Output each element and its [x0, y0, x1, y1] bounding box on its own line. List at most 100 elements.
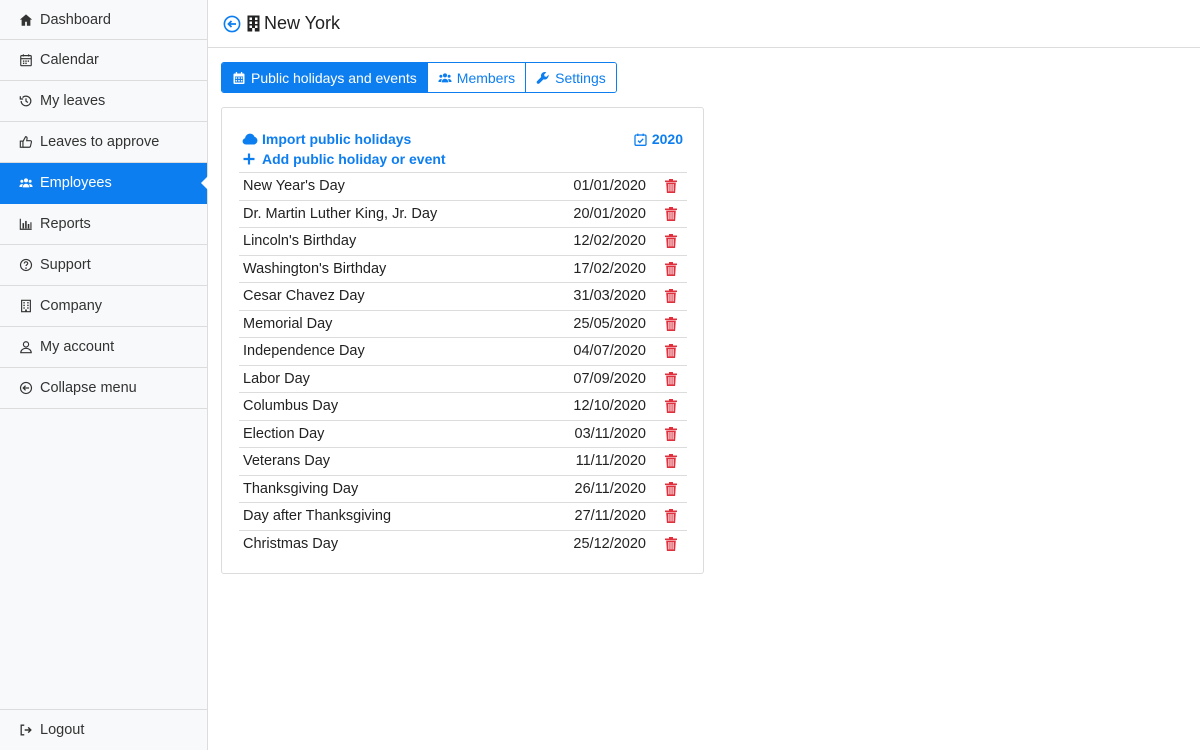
add-label: Add public holiday or event	[262, 151, 446, 167]
card-actions: Import public holidays Add public holida…	[242, 129, 446, 169]
sidebar-item-support[interactable]: Support	[0, 245, 207, 286]
holiday-name[interactable]: Dr. Martin Luther King, Jr. Day	[243, 206, 437, 222]
sidebar-item-calendar[interactable]: Calendar	[0, 40, 207, 81]
sidebar-item-reports[interactable]: Reports	[0, 204, 207, 245]
tab-settings[interactable]: Settings	[525, 63, 616, 92]
tab-bar: Public holidays and events Members Setti…	[221, 62, 617, 93]
tab-members[interactable]: Members	[426, 63, 526, 92]
calendar-icon	[232, 71, 246, 85]
wrench-icon	[536, 71, 550, 85]
holiday-name[interactable]: Cesar Chavez Day	[243, 288, 365, 304]
import-public-holidays-link[interactable]: Import public holidays	[242, 129, 446, 149]
holidays-card: Import public holidays Add public holida…	[221, 107, 704, 574]
calendar-check-icon	[634, 133, 647, 146]
list-item: Christmas Day 25/12/2020	[239, 529, 687, 558]
sidebar-item-label: Collapse menu	[40, 380, 137, 396]
year-selector[interactable]: 2020	[634, 129, 683, 149]
holiday-date: 03/11/2020	[574, 425, 647, 442]
back-arrow-icon[interactable]	[223, 15, 241, 33]
tab-public-holidays[interactable]: Public holidays and events	[222, 63, 427, 92]
arrow-circle-left-icon	[18, 380, 34, 396]
trash-icon[interactable]	[665, 261, 677, 276]
holiday-date: 17/02/2020	[573, 260, 646, 277]
logout-button[interactable]: Logout	[0, 709, 207, 750]
list-item: Veterans Day 11/11/2020	[239, 447, 687, 475]
trash-icon[interactable]	[665, 344, 677, 358]
holiday-name[interactable]: New Year's Day	[243, 178, 345, 194]
holiday-date: 27/11/2020	[574, 508, 647, 525]
trash-icon[interactable]	[665, 509, 677, 523]
trash-icon[interactable]	[665, 179, 677, 193]
sidebar-item-label: Employees	[40, 175, 112, 191]
holiday-name[interactable]: Veterans Day	[243, 453, 330, 469]
holiday-name[interactable]: Lincoln's Birthday	[243, 233, 356, 249]
holiday-name[interactable]: Washington's Birthday	[243, 261, 386, 277]
sidebar-item-my-leaves[interactable]: My leaves	[0, 81, 207, 122]
holiday-name[interactable]: Independence Day	[243, 343, 365, 359]
sidebar-item-label: Reports	[40, 216, 91, 232]
trash-icon[interactable]	[665, 536, 677, 551]
list-item: Labor Day 07/09/2020	[239, 364, 687, 393]
sidebar-item-label: Leaves to approve	[40, 134, 160, 150]
sidebar-item-my-account[interactable]: My account	[0, 327, 207, 368]
sidebar-item-label: Company	[40, 298, 103, 314]
trash-icon[interactable]	[665, 316, 677, 331]
building-icon	[247, 15, 260, 32]
trash-icon[interactable]	[665, 371, 677, 386]
holiday-list: New Year's Day 01/01/2020 Dr. Martin Lut…	[239, 172, 687, 557]
trash-icon[interactable]	[665, 426, 677, 441]
users-icon	[438, 71, 452, 85]
holiday-name[interactable]: Day after Thanksgiving	[243, 508, 391, 524]
holiday-name[interactable]: Memorial Day	[243, 316, 332, 332]
page-header: New York	[208, 0, 1200, 48]
holiday-date: 12/10/2020	[573, 398, 646, 415]
holiday-date: 07/09/2020	[573, 370, 646, 387]
sidebar-item-label: Calendar	[40, 52, 99, 68]
trash-icon[interactable]	[665, 399, 677, 413]
list-item: Thanksgiving Day 26/11/2020	[239, 474, 687, 503]
sidebar-item-leaves-to-approve[interactable]: Leaves to approve	[0, 122, 207, 163]
page-title: New York	[264, 13, 341, 33]
sidebar-item-dashboard[interactable]: Dashboard	[0, 0, 207, 40]
question-circle-icon	[18, 257, 34, 273]
holiday-date: 11/11/2020	[575, 453, 646, 470]
sidebar-item-employees[interactable]: Employees	[0, 163, 208, 204]
trash-icon[interactable]	[665, 206, 677, 221]
holiday-date: 01/01/2020	[573, 178, 646, 195]
trash-icon[interactable]	[665, 234, 677, 248]
holiday-date: 12/02/2020	[573, 233, 646, 250]
trash-icon[interactable]	[665, 481, 677, 496]
user-icon	[18, 339, 34, 355]
holiday-date: 20/01/2020	[573, 205, 646, 222]
sidebar-item-label: Support	[40, 257, 91, 273]
plus-icon	[242, 152, 258, 166]
sidebar-item-label: My leaves	[40, 93, 106, 109]
sidebar-item-collapse-menu[interactable]: Collapse menu	[0, 368, 207, 409]
tab-label: Settings	[555, 69, 606, 86]
sidebar-item-label: My account	[40, 339, 115, 355]
holiday-name[interactable]: Election Day	[243, 426, 324, 442]
users-icon	[18, 175, 34, 191]
building-icon	[18, 298, 34, 314]
sidebar: Dashboard Calendar My leaves Leaves to a…	[0, 0, 208, 750]
sidebar-item-label: Dashboard	[40, 11, 111, 28]
holiday-name[interactable]: Labor Day	[243, 371, 310, 387]
history-icon	[18, 93, 34, 109]
add-public-holiday-link[interactable]: Add public holiday or event	[242, 149, 446, 169]
trash-icon[interactable]	[665, 454, 677, 468]
list-item: Lincoln's Birthday 12/02/2020	[239, 227, 687, 255]
list-item: New Year's Day 01/01/2020	[239, 172, 687, 200]
list-item: Washington's Birthday 17/02/2020	[239, 254, 687, 283]
list-item: Cesar Chavez Day 31/03/2020	[239, 282, 687, 310]
holiday-date: 25/12/2020	[573, 535, 646, 552]
trash-icon[interactable]	[665, 289, 677, 303]
list-item: Day after Thanksgiving 27/11/2020	[239, 502, 687, 530]
cloud-icon	[242, 132, 258, 146]
holiday-name[interactable]: Christmas Day	[243, 536, 338, 552]
holiday-name[interactable]: Thanksgiving Day	[243, 481, 358, 497]
calendar-icon	[18, 52, 34, 68]
sidebar-item-company[interactable]: Company	[0, 286, 207, 327]
list-item: Columbus Day 12/10/2020	[239, 392, 687, 420]
sign-out-icon	[18, 722, 34, 738]
holiday-name[interactable]: Columbus Day	[243, 398, 338, 414]
